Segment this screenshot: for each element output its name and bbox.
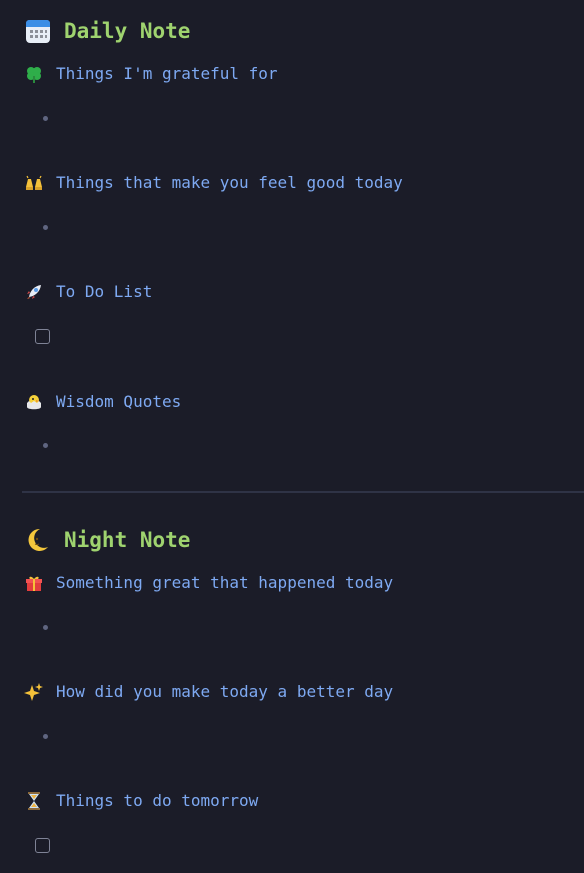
- section-label: Things I'm grateful for: [56, 64, 278, 83]
- bullet-item[interactable]: [43, 443, 48, 448]
- night-note-heading: Night Note: [24, 526, 190, 554]
- section-label: Things to do tomorrow: [56, 791, 259, 810]
- section-heading-feel-good: Things that make you feel good today: [24, 172, 403, 194]
- section-heading-grateful: Things I'm grateful for: [24, 63, 278, 85]
- calendar-icon: [24, 17, 52, 45]
- daily-note-heading: Daily Note: [24, 17, 190, 45]
- rocket-icon: [24, 282, 44, 302]
- section-label: To Do List: [56, 282, 153, 301]
- todo-checkbox[interactable]: [35, 329, 50, 344]
- daily-note-title: Daily Note: [64, 19, 191, 43]
- bullet-item[interactable]: [43, 625, 48, 630]
- section-label: Wisdom Quotes: [56, 392, 182, 411]
- section-heading-wisdom: Wisdom Quotes: [24, 391, 181, 413]
- hatching-chick-icon: [24, 392, 44, 412]
- section-label: Things that make you feel good today: [56, 173, 403, 192]
- section-heading-better-day: How did you make today a better day: [24, 681, 393, 703]
- night-note-title: Night Note: [64, 528, 191, 552]
- section-label: How did you make today a better day: [56, 682, 394, 701]
- bullet-item[interactable]: [43, 225, 48, 230]
- section-heading-todo: To Do List: [24, 281, 152, 303]
- bullet-item[interactable]: [43, 734, 48, 739]
- todo-checkbox[interactable]: [35, 838, 50, 853]
- clover-icon: [24, 64, 44, 84]
- hourglass-icon: [24, 791, 44, 811]
- crescent-moon-icon: [24, 526, 52, 554]
- section-heading-great-thing: Something great that happened today: [24, 572, 393, 594]
- gift-icon: [24, 573, 44, 593]
- bullet-item[interactable]: [43, 116, 48, 121]
- horizontal-divider: [22, 491, 584, 493]
- sparkles-icon: [24, 682, 44, 702]
- section-heading-tomorrow: Things to do tomorrow: [24, 790, 258, 812]
- section-label: Something great that happened today: [56, 573, 394, 592]
- raised-hands-icon: [24, 173, 44, 193]
